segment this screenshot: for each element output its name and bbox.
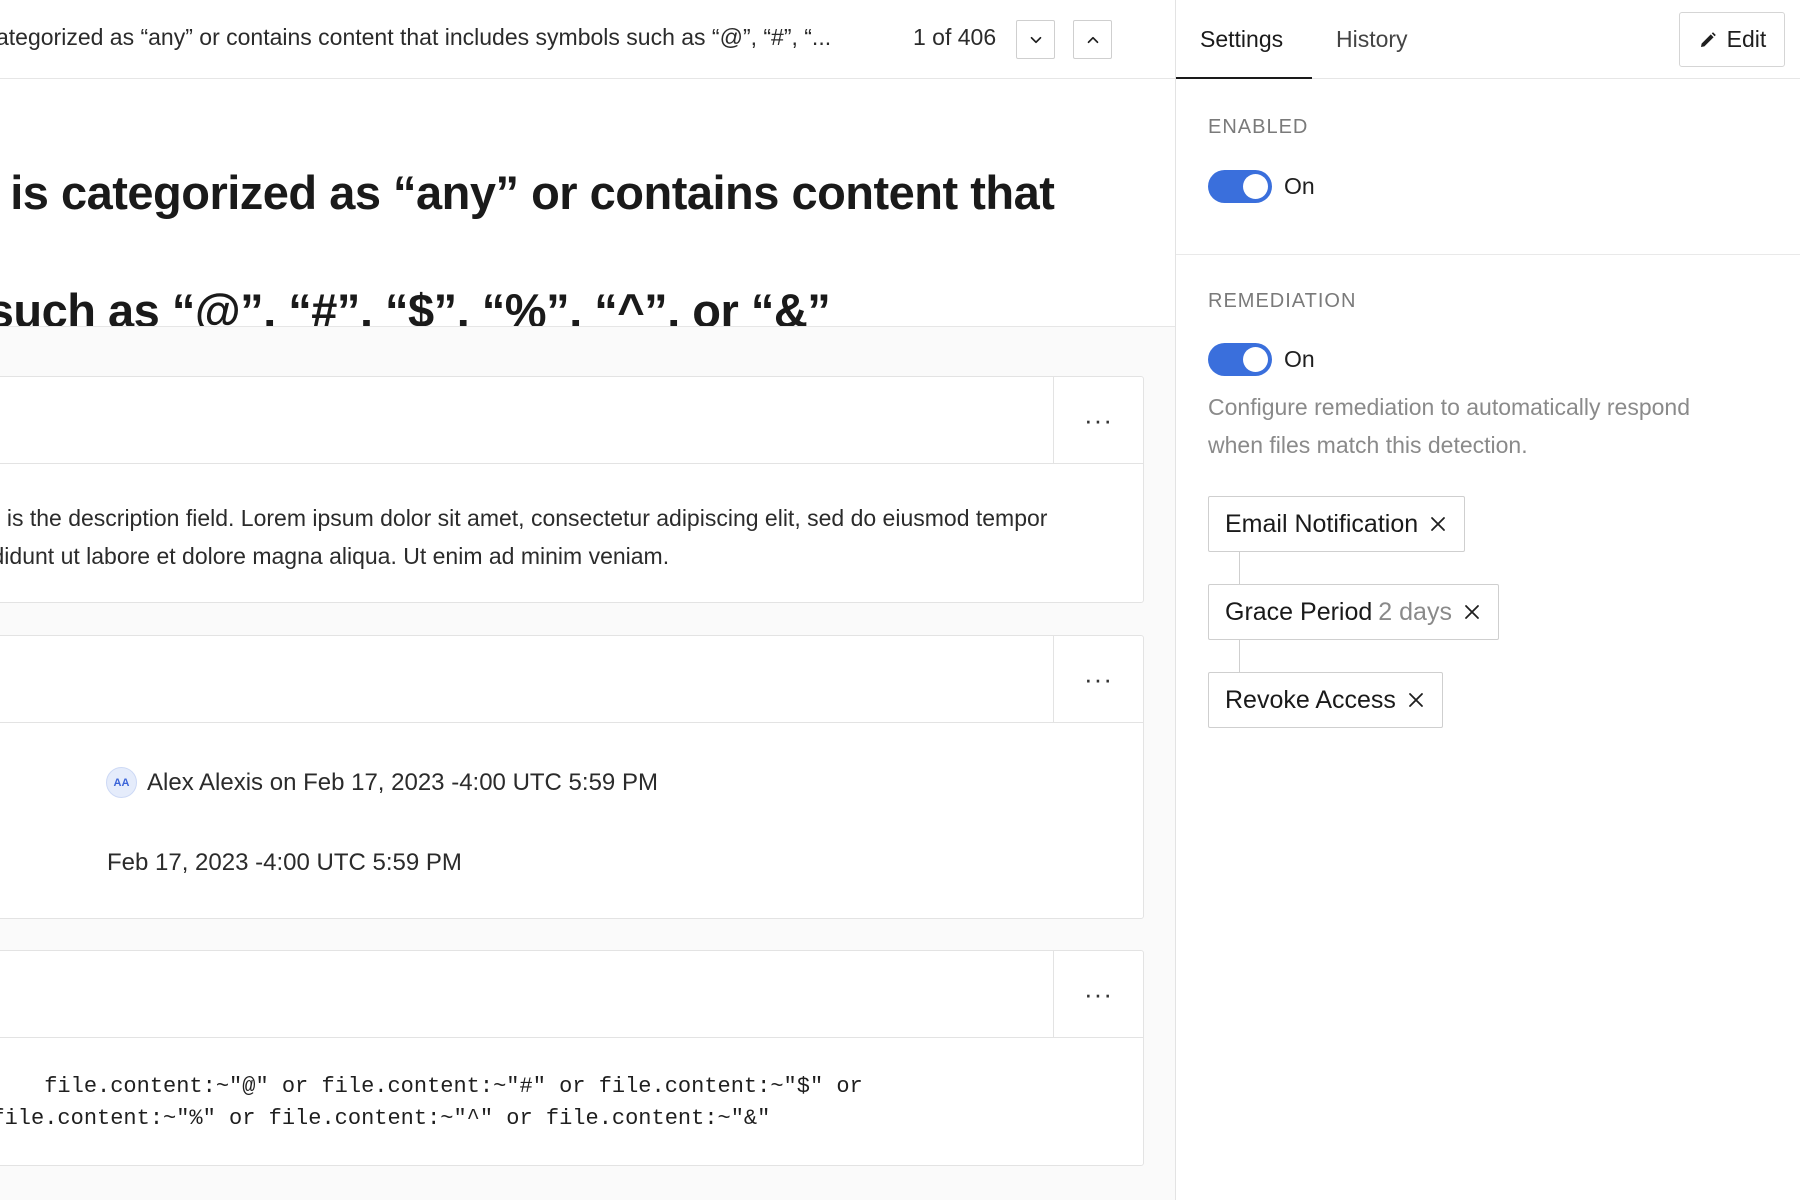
section-divider — [1176, 254, 1800, 255]
topbar-title: ategorized as “any” or contains content … — [0, 24, 832, 50]
author-line: Alex Alexis on Feb 17, 2023 -4:00 UTC 5:… — [147, 768, 658, 796]
enabled-state: On — [1284, 173, 1315, 199]
remediation-action-revoke-access[interactable]: Revoke Access — [1208, 672, 1443, 728]
description-text: This is the description field. Lorem ips… — [0, 505, 1048, 569]
detection-topbar: ategorized as “any” or contains content … — [0, 0, 1175, 79]
description-more-button[interactable]: ··· — [1053, 377, 1143, 464]
enabled-toggle[interactable] — [1208, 170, 1272, 203]
action-label: Revoke Access — [1225, 685, 1396, 714]
description-card: ··· This is the description field. Lorem… — [0, 376, 1144, 603]
chain-connector — [1239, 640, 1240, 673]
settings-panel: Settings History Edit ENABLED On REMEDIA… — [1176, 0, 1800, 1200]
activity-card-header: ··· — [0, 636, 1143, 723]
remediation-state: On — [1284, 346, 1315, 372]
remediation-action-email-notification[interactable]: Email Notification — [1208, 496, 1466, 552]
previous-result-button[interactable] — [1073, 20, 1112, 59]
query-card-header: ··· — [0, 951, 1143, 1038]
pencil-icon — [1700, 31, 1716, 47]
settings-panel-header: Settings History Edit — [1176, 0, 1800, 79]
more-horizontal-icon: ··· — [1084, 664, 1113, 694]
author-row: AA Alex Alexis on Feb 17, 2023 -4:00 UTC… — [106, 767, 658, 798]
chain-connector — [1239, 552, 1240, 585]
close-icon[interactable] — [1428, 514, 1448, 534]
detection-main: ategorized as “any” or contains content … — [0, 0, 1175, 1200]
remediation-toggle[interactable] — [1208, 343, 1272, 376]
query-more-button[interactable]: ··· — [1053, 951, 1143, 1038]
remediation-action-grace-period[interactable]: Grace Period 2 days — [1208, 584, 1499, 640]
query-line-2: file.content:~"%" or file.content:~"^" o… — [0, 1106, 771, 1131]
tab-settings[interactable]: Settings — [1200, 26, 1283, 53]
action-label: Email Notification — [1225, 509, 1419, 538]
query-card: ··· file.content:~"@" or file.content:~"… — [0, 950, 1144, 1166]
page-title-line-2: symbols such as “@”, “#”, “$”, “%”, “^”,… — [0, 284, 831, 327]
description-card-header: ··· — [0, 377, 1143, 464]
query-line-1: file.content:~"@" or file.content:~"#" o… — [0, 1074, 863, 1099]
activity-date: Feb 17, 2023 -4:00 UTC 5:59 PM — [107, 849, 462, 876]
close-icon[interactable] — [1406, 690, 1426, 710]
avatar: AA — [106, 767, 137, 798]
chevron-down-icon — [1030, 36, 1041, 43]
more-horizontal-icon: ··· — [1084, 405, 1113, 435]
activity-card: ··· AA Alex Alexis on Feb 17, 2023 -4:00… — [0, 635, 1144, 919]
detection-header: Detection is categorized as “any” or con… — [0, 79, 1175, 327]
remediation-label: REMEDIATION — [1208, 290, 1357, 312]
tab-history[interactable]: History — [1336, 26, 1408, 53]
more-horizontal-icon: ··· — [1084, 979, 1113, 1009]
enabled-toggle-row[interactable]: On — [1208, 170, 1315, 203]
activity-more-button[interactable]: ··· — [1053, 636, 1143, 723]
edit-button-label: Edit — [1726, 26, 1767, 52]
result-counter: 1 of 406 — [913, 24, 997, 50]
edit-button[interactable]: Edit — [1679, 12, 1785, 67]
active-tab-indicator — [1176, 77, 1312, 79]
close-icon[interactable] — [1462, 602, 1482, 622]
remediation-helper-text: Configure remediation to automatically r… — [1208, 394, 1690, 458]
next-result-button[interactable] — [1016, 20, 1055, 59]
action-label: Grace Period — [1225, 597, 1373, 626]
remediation-toggle-row[interactable]: On — [1208, 343, 1315, 376]
action-detail: 2 days — [1378, 597, 1452, 626]
query-code: file.content:~"@" or file.content:~"#" o… — [0, 1071, 1065, 1135]
page-title: Detection is categorized as “any” or con… — [0, 163, 1088, 327]
page-title-line-1: Detection is categorized as “any” or con… — [0, 166, 1055, 219]
enabled-label: ENABLED — [1208, 116, 1309, 138]
chevron-up-icon — [1087, 36, 1098, 43]
